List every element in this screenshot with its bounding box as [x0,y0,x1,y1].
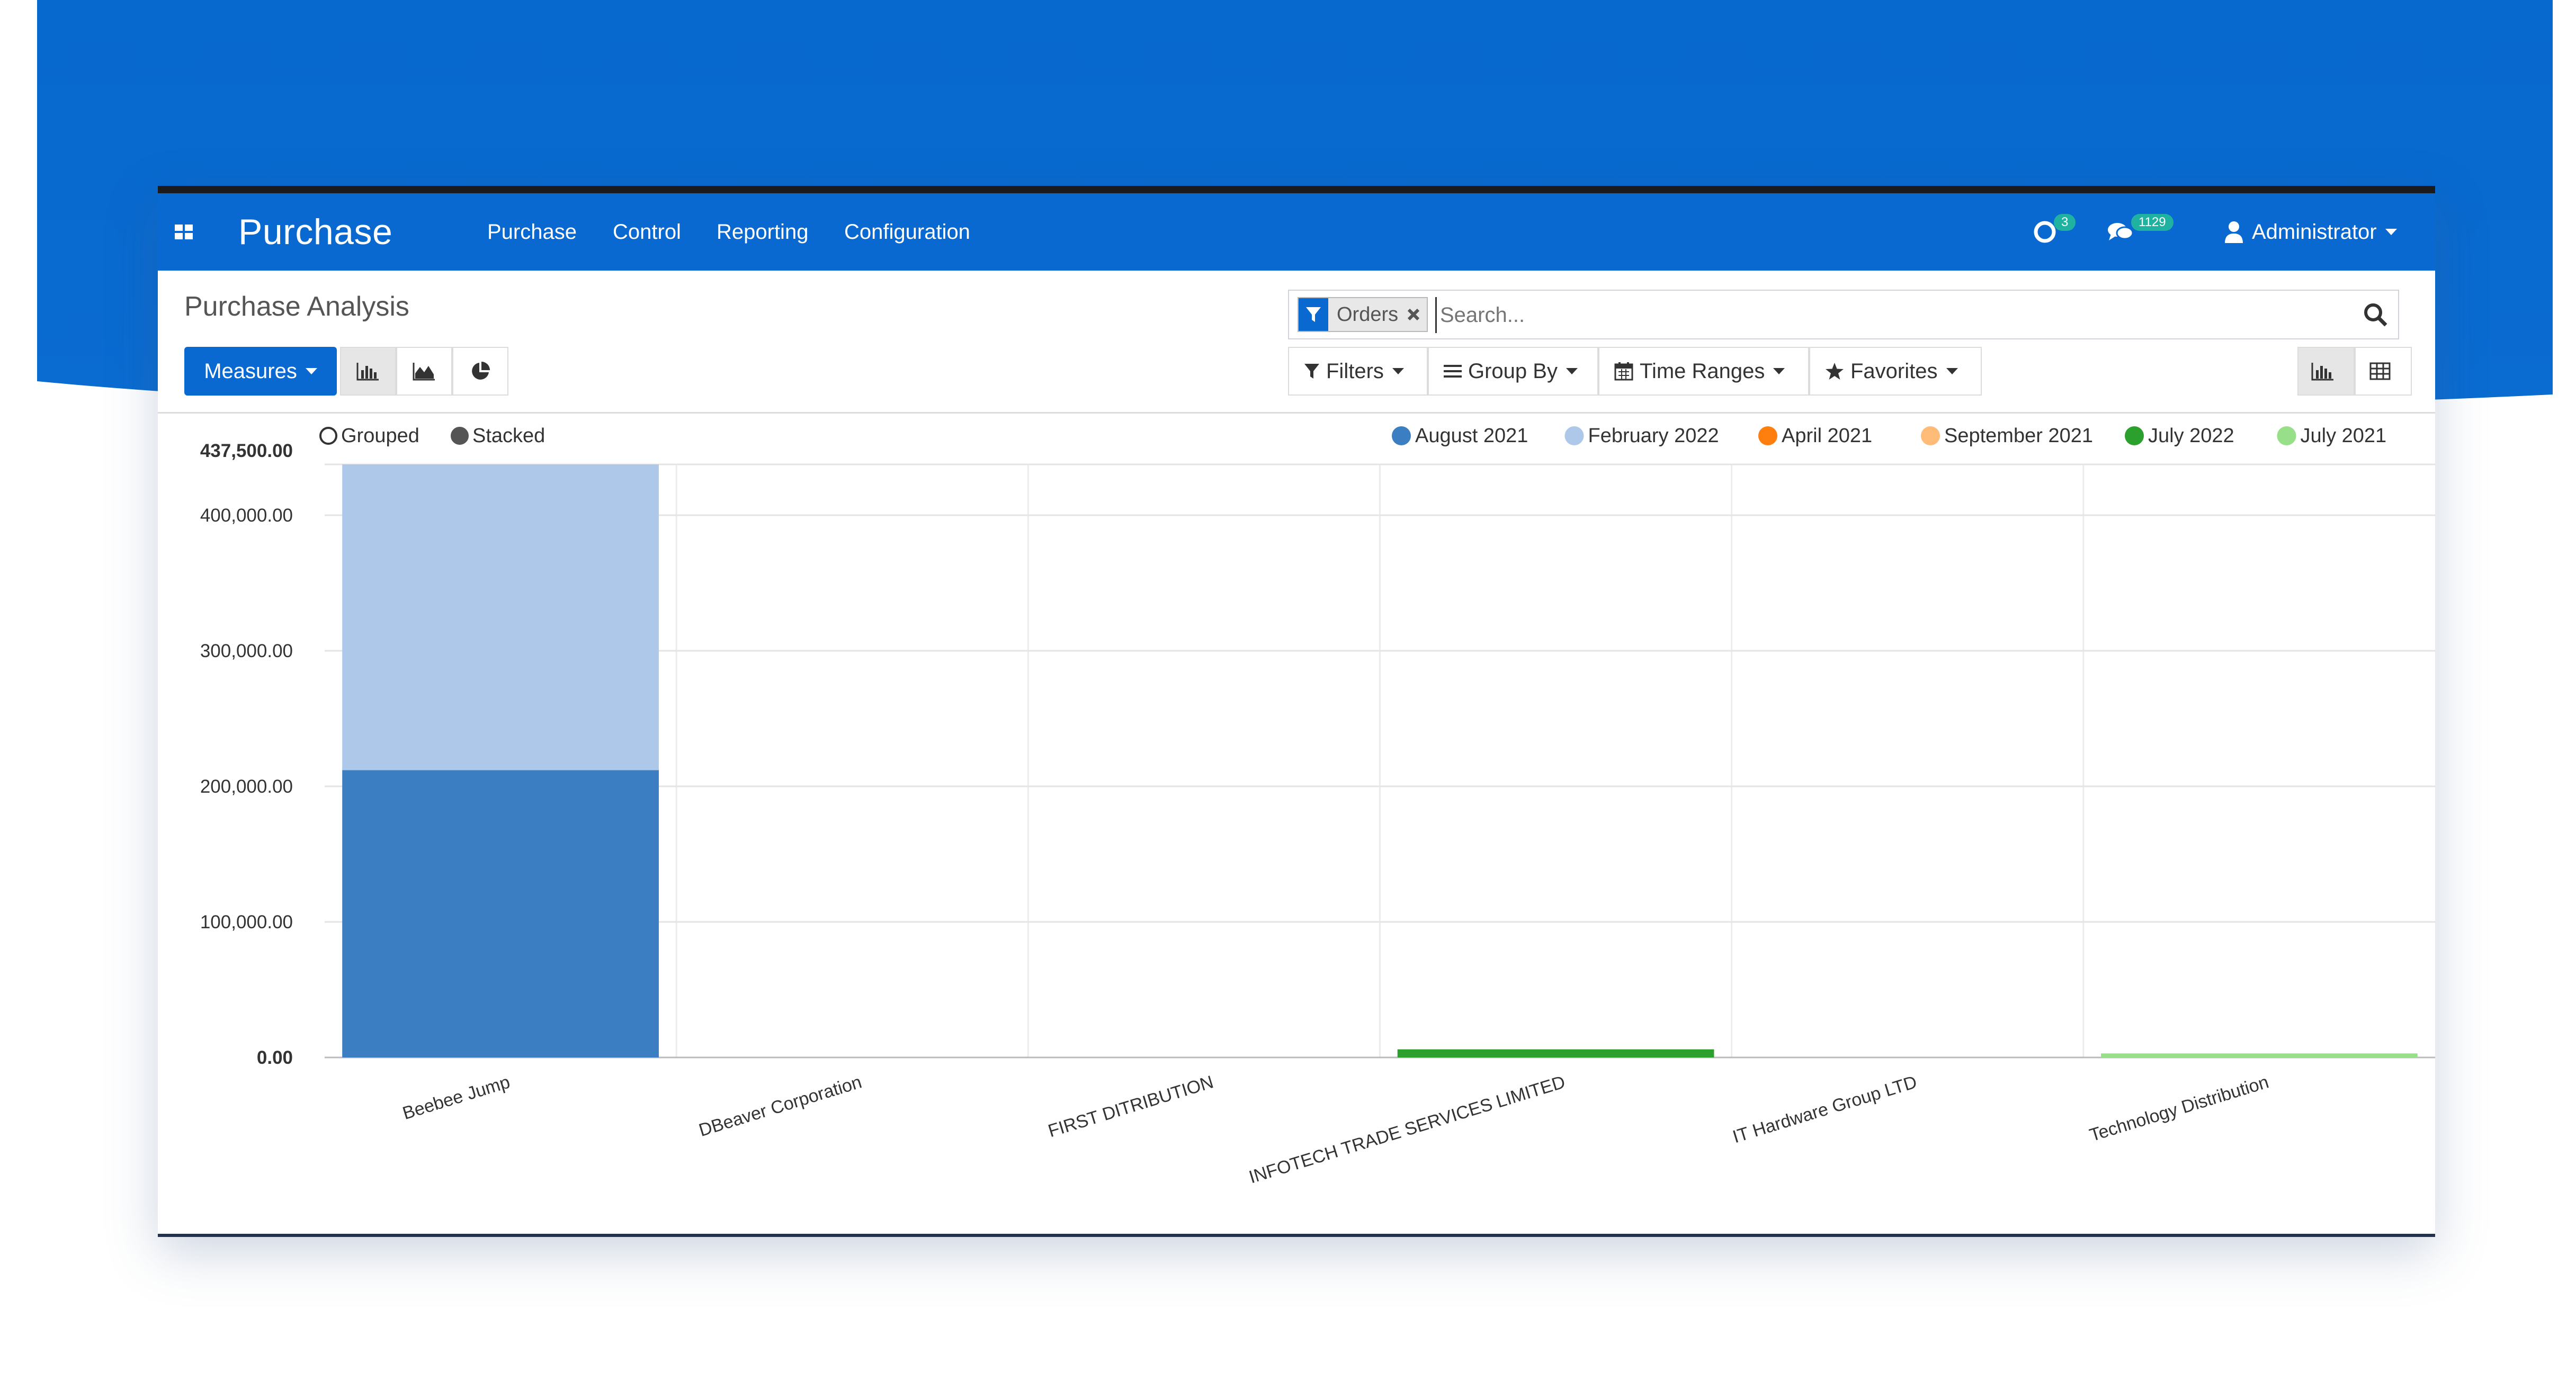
legend-swatch[interactable] [2125,426,2144,445]
y-tick-label: 300,000.00 [200,641,293,661]
y-tick-label: 100,000.00 [200,912,293,932]
bar-chart-icon [2311,363,2333,381]
odoo-window: Purchase Purchase Control Reporting Conf… [158,186,2435,1237]
time-ranges-dropdown[interactable]: Time Ranges [1598,347,1809,396]
filters-dropdown[interactable]: Filters [1288,347,1428,396]
legend-label[interactable]: February 2022 [1588,425,1719,447]
bar-chart-mode-button[interactable] [340,347,396,396]
x-tick-label: DBeaver Corporation [696,1072,864,1141]
bar[interactable] [2101,1053,2418,1057]
search-bar: Orders [1288,290,2399,339]
chevron-down-icon [305,368,317,374]
list-icon [1444,365,1462,378]
close-icon[interactable] [1407,298,1427,331]
area-chart-icon [413,363,435,381]
chevron-down-icon [2385,229,2397,235]
calendar-icon [1614,362,1633,381]
x-tick-label: INFOTECH TRADE SERVICES LIMITED [1247,1072,1568,1187]
message-count-badge: 1129 [2131,214,2174,231]
time-ranges-label: Time Ranges [1640,359,1765,383]
pivot-view-button[interactable] [2355,347,2412,396]
x-tick-label: Beebee Jump [400,1072,513,1124]
bar[interactable] [342,464,659,770]
clock-icon [2034,221,2056,243]
legend-swatch[interactable] [1758,426,1777,445]
star-icon [1826,363,1844,380]
pie-chart-mode-button[interactable] [452,347,508,396]
activity-menu[interactable]: 3 [2033,193,2076,271]
legend-swatch[interactable] [1921,426,1940,445]
apps-icon[interactable] [174,193,195,271]
y-tick-label: 400,000.00 [200,505,293,526]
legend-swatch[interactable] [1392,426,1411,445]
y-tick-label: 437,500.00 [200,441,293,461]
breadcrumb: Purchase Analysis [184,291,409,322]
purchase-bar-chart: 0.00 100,000.00 200,000.00 300,000.00 400,00… [200,425,2435,1188]
favorites-dropdown[interactable]: Favorites [1809,347,1982,396]
chevron-down-icon [1392,368,1404,374]
x-tick-label: FIRST DITRIBUTION [1046,1072,1216,1141]
chart-mode-label[interactable]: Grouped [341,425,419,447]
legend-label[interactable]: September 2021 [1944,425,2093,447]
x-tick-label: Technology Distribution [2087,1072,2271,1145]
top-navbar: Purchase Purchase Control Reporting Conf… [158,193,2435,271]
chart-mode-radio[interactable] [451,427,469,445]
filters-label: Filters [1326,359,1384,383]
legend-label[interactable]: July 2021 [2301,425,2387,447]
search-icon[interactable] [2362,301,2389,328]
facet-label: Orders [1337,303,1399,326]
chart-mode-radio[interactable] [319,427,337,445]
filter-icon [1299,298,1328,331]
menu-control[interactable]: Control [613,193,681,271]
legend-swatch[interactable] [1564,426,1584,445]
menu-reporting[interactable]: Reporting [717,193,808,271]
graph-view-button[interactable] [2297,347,2355,396]
search-input[interactable] [1435,297,2310,333]
measures-label: Measures [204,359,297,383]
user-menu[interactable]: Administrator [2223,193,2397,271]
activity-count-badge: 3 [2054,214,2076,231]
measures-button[interactable]: Measures [184,347,337,396]
app-title[interactable]: Purchase [238,193,392,271]
chat-icon [2108,223,2134,240]
chevron-down-icon [1946,368,1958,374]
legend-label[interactable]: April 2021 [1782,425,1872,447]
bar[interactable] [342,770,659,1057]
chevron-down-icon [1566,368,1578,374]
y-tick-label: 0.00 [257,1047,293,1068]
user-name: Administrator [2252,220,2377,244]
y-tick-label: 200,000.00 [200,776,293,797]
chevron-down-icon [1773,368,1785,374]
legend-label[interactable]: July 2022 [2148,425,2234,447]
favorites-label: Favorites [1850,359,1938,383]
menu-purchase[interactable]: Purchase [487,193,577,271]
table-icon [2369,362,2391,380]
x-tick-label: IT Hardware Group LTD [1730,1072,1919,1147]
bar[interactable] [1397,1049,1714,1057]
legend-label[interactable]: August 2021 [1415,425,1528,447]
chart-mode-label[interactable]: Stacked [472,425,545,447]
group-by-dropdown[interactable]: Group By [1428,347,1598,396]
line-chart-mode-button[interactable] [396,347,452,396]
menu-configuration[interactable]: Configuration [844,193,970,271]
bar-chart-icon [356,363,379,381]
filter-icon [1304,364,1319,379]
group-by-label: Group By [1468,359,1558,383]
user-icon [2225,221,2243,243]
legend-swatch[interactable] [2277,426,2296,445]
search-facet: Orders [1298,297,1428,332]
control-panel: Purchase Analysis Measures Orders Search… [158,271,2435,414]
messages-menu[interactable]: 1129 [2107,193,2174,271]
pie-chart-icon [472,362,490,380]
